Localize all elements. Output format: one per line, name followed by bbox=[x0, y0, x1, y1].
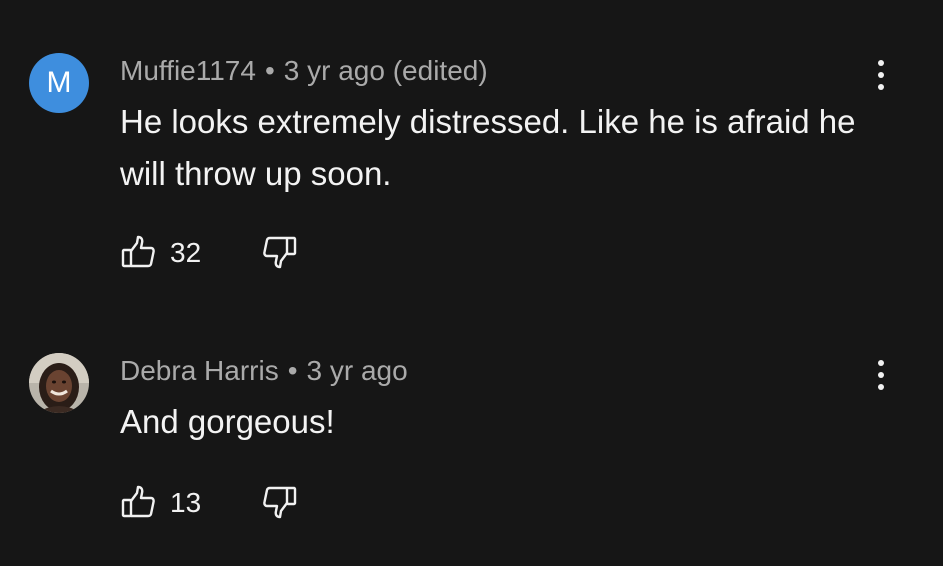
avatar-photo bbox=[29, 353, 89, 413]
like-count: 32 bbox=[170, 237, 202, 268]
author-name[interactable]: Debra Harris bbox=[120, 355, 279, 386]
comment-meta: Debra Harris • 3 yr ago bbox=[120, 354, 408, 388]
thumbs-down-icon bbox=[263, 236, 297, 269]
comment-text: And gorgeous! bbox=[120, 403, 335, 440]
timestamp: 3 yr ago bbox=[283, 55, 385, 86]
comment-meta: Muffie1174 • 3 yr ago (edited) bbox=[120, 54, 488, 88]
thumbs-down-icon bbox=[263, 486, 297, 519]
like-count: 13 bbox=[170, 487, 202, 518]
separator-dot: • bbox=[287, 355, 298, 386]
comment-text: He looks extremely distressed. Like he i… bbox=[120, 103, 856, 192]
like-button[interactable] bbox=[120, 484, 158, 520]
thumbs-up-icon bbox=[121, 485, 155, 518]
edited-label: (edited) bbox=[392, 55, 488, 86]
avatar-letter: M bbox=[46, 66, 72, 99]
timestamp: 3 yr ago bbox=[306, 355, 408, 386]
like-button[interactable] bbox=[120, 234, 158, 270]
more-vertical-icon[interactable] bbox=[866, 57, 896, 93]
avatar[interactable] bbox=[29, 353, 89, 413]
dislike-button[interactable] bbox=[262, 484, 300, 520]
author-name[interactable]: Muffie1174 bbox=[120, 55, 256, 86]
more-vertical-icon[interactable] bbox=[866, 357, 896, 393]
comments-page: M Muffie1174 • 3 yr ago (edited) He looks … bbox=[0, 0, 943, 566]
thumbs-up-icon bbox=[121, 235, 155, 268]
dislike-button[interactable] bbox=[262, 234, 300, 270]
avatar[interactable]: M bbox=[29, 53, 89, 113]
separator-dot: • bbox=[264, 55, 275, 86]
